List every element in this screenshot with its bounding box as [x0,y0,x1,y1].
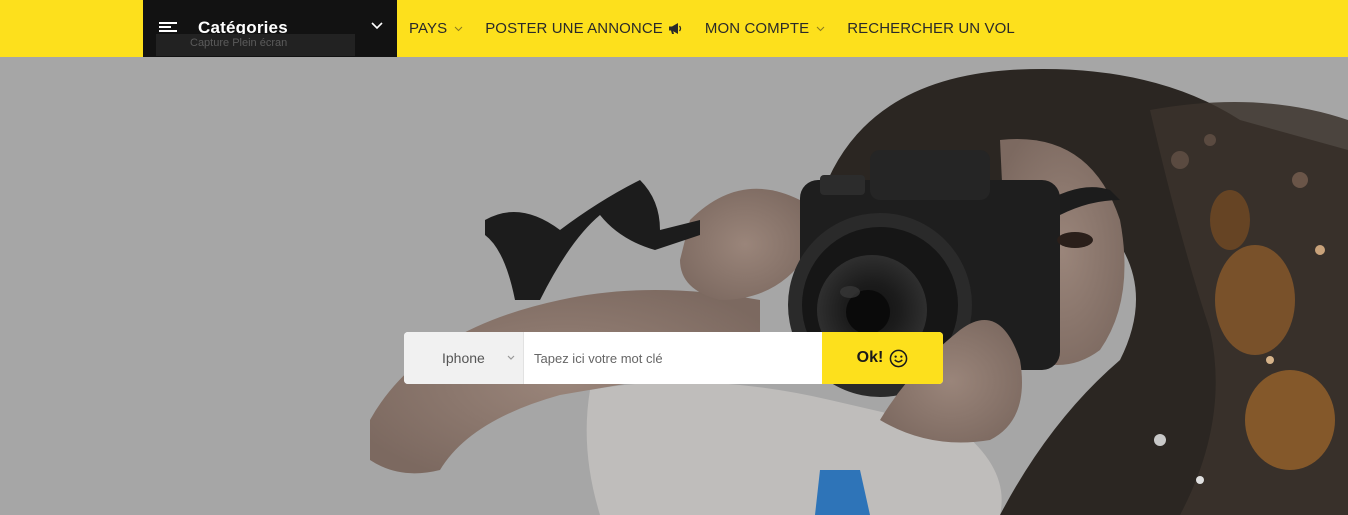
search-input[interactable] [524,332,822,384]
search-button[interactable]: Ok! [822,332,943,384]
search-bar: Iphone Ok! [404,332,943,384]
nav-item-label: RECHERCHER UN VOL [847,20,1015,37]
search-button-label: Ok! [856,349,884,366]
categories-menu-button[interactable]: Catégories Capture Plein écran [143,0,397,57]
chevron-down-icon [507,355,515,360]
nav-item-poster-annonce[interactable]: POSTER UNE ANNONCE [485,20,683,37]
nav-item-rechercher-vol[interactable]: RECHERCHER UN VOL [847,20,1015,37]
chevron-down-icon [816,26,825,31]
smiley-icon [889,349,908,367]
main-nav: PAYS POSTER UNE ANNONCE MON COMPTE RECHE… [409,0,1037,57]
nav-item-mon-compte[interactable]: MON COMPTE [705,20,825,37]
top-navbar: Catégories Capture Plein écran PAYS POST… [0,0,1348,57]
category-select[interactable]: Iphone [404,332,524,384]
megaphone-icon [668,23,682,34]
chevron-down-icon [454,26,463,31]
nav-item-label: POSTER UNE ANNONCE [485,20,663,37]
category-select-value: Iphone [442,350,485,366]
hero-banner: Iphone Ok! [0,57,1348,515]
hero-photo [370,69,1348,515]
nav-item-label: PAYS [409,20,448,37]
tooltip: Capture Plein écran [156,34,355,56]
nav-item-pays[interactable]: PAYS [409,20,463,37]
chevron-down-icon [371,22,383,30]
nav-item-label: MON COMPTE [704,20,810,37]
